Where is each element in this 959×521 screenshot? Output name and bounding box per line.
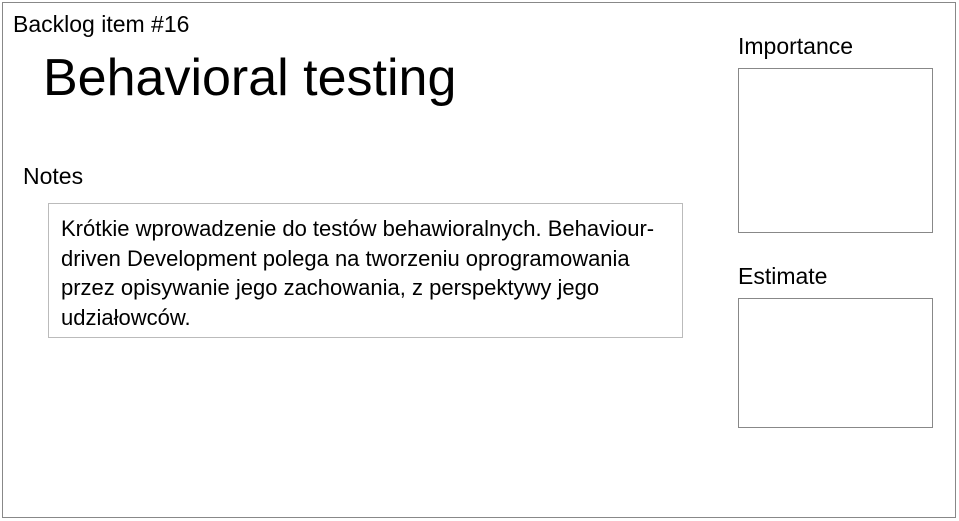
importance-label: Importance [738, 33, 853, 60]
notes-label: Notes [23, 163, 83, 190]
card-title: Behavioral testing [43, 48, 456, 108]
backlog-item-id: Backlog item #16 [13, 11, 189, 38]
backlog-card: Backlog item #16 Behavioral testing Note… [2, 2, 956, 518]
estimate-box[interactable] [738, 298, 933, 428]
notes-text: Krótkie wprowadzenie do testów behawiora… [61, 216, 654, 330]
importance-box[interactable] [738, 68, 933, 233]
estimate-label: Estimate [738, 263, 827, 290]
notes-box[interactable]: Krótkie wprowadzenie do testów behawiora… [48, 203, 683, 338]
